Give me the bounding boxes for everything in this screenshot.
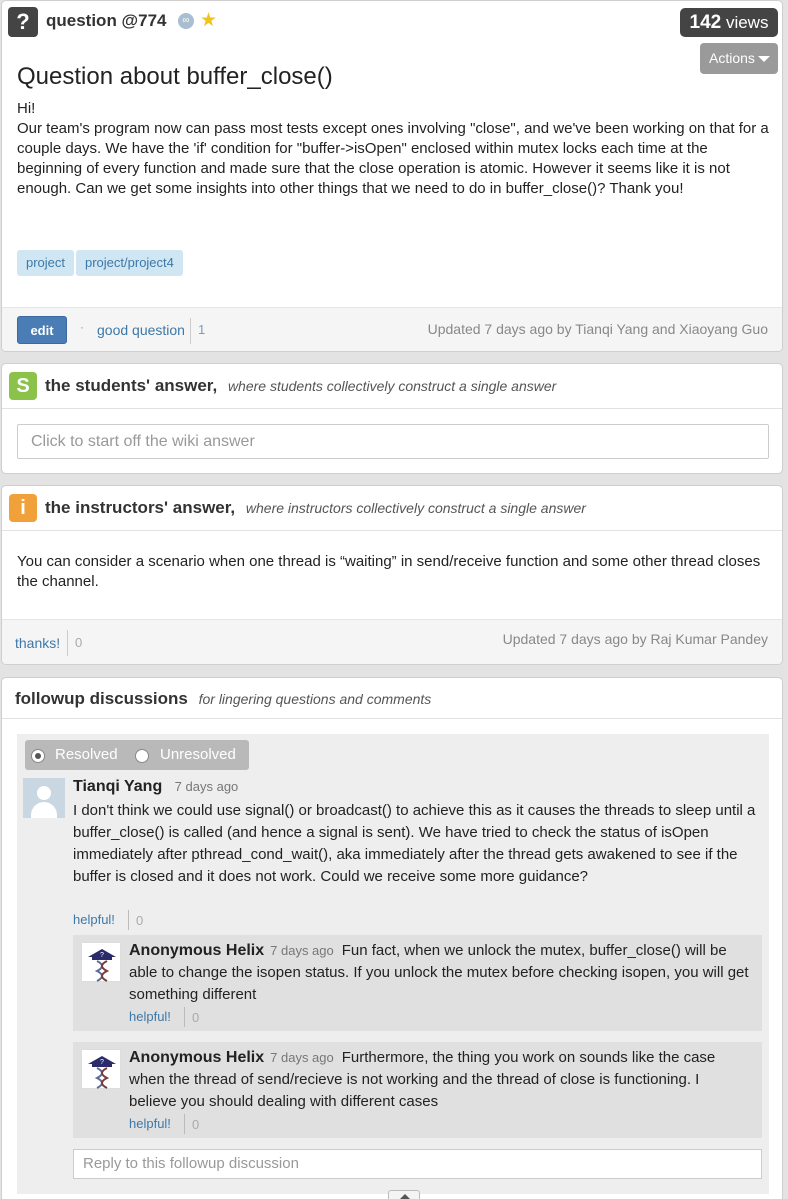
instructors-answer-subtitle: where instructors collectively construct… — [245, 500, 586, 516]
views-counter: 142 views — [680, 8, 778, 37]
instructors-answer-body: You can consider a scenario when one thr… — [17, 553, 761, 590]
helpful-count: 0 — [192, 1010, 200, 1025]
question-title: Question about buffer_close() — [17, 63, 333, 90]
instructors-answer-card: i the instructors' answer, where instruc… — [1, 485, 783, 665]
helpful-button[interactable]: helpful! — [129, 1009, 171, 1024]
question-footer: edit · good question 1 Updated 7 days ag… — [2, 307, 782, 351]
reply-text: Anonymous Helix 7 days ago Furthermore, th… — [129, 1047, 751, 1113]
instructors-i-icon: i — [9, 494, 37, 522]
wiki-answer-input[interactable]: Click to start off the wiki answer — [17, 424, 769, 459]
scroll-up-button[interactable] — [388, 1190, 420, 1199]
followup-header: followup discussions for lingering quest… — [2, 678, 782, 719]
actions-dropdown[interactable]: Actions — [700, 43, 778, 74]
reply-text: Anonymous Helix 7 days ago Fun fact, when … — [129, 940, 751, 1006]
star-icon[interactable]: ★ — [200, 9, 217, 32]
svg-text:?: ? — [100, 952, 104, 959]
tag-project-project4[interactable]: project/project4 — [76, 250, 183, 276]
students-s-icon: S — [9, 372, 37, 400]
helpful-button[interactable]: helpful! — [73, 912, 115, 927]
reply-item: ? Anonymous Helix 7 days ago Fun fact, whe… — [73, 935, 762, 1031]
resolved-toggle: Resolved Unresolved — [25, 740, 249, 770]
followup-heading: followup discussions — [15, 689, 188, 708]
avatar — [23, 778, 65, 818]
post-body: I don't think we could use signal() or b… — [73, 802, 756, 885]
caret-down-icon — [758, 56, 770, 62]
tag-project[interactable]: project — [17, 250, 75, 276]
divider — [190, 318, 191, 344]
good-question-dot-icon: · — [80, 320, 84, 334]
students-answer-heading: the students' answer, — [45, 376, 218, 395]
question-text: Our team's program now can pass most tes… — [17, 120, 769, 197]
followup-discussion: Resolved Unresolved Tianqi Yang 7 days a… — [17, 734, 769, 1194]
question-greeting: Hi! — [17, 100, 36, 117]
anonymous-helix-avatar: ? — [81, 942, 121, 982]
question-number: question @774 — [46, 11, 167, 30]
helix-icon: ? — [88, 1056, 116, 1089]
students-answer-header: S the students' answer, where students c… — [2, 364, 782, 409]
reply-author: Anonymous Helix — [129, 1049, 265, 1066]
good-question-count: 1 — [198, 322, 206, 337]
thanks-count: 0 — [75, 635, 83, 650]
followup-subtitle: for lingering questions and comments — [198, 691, 432, 707]
resolved-radio[interactable] — [31, 749, 45, 763]
helpful-count: 0 — [192, 1117, 200, 1132]
question-body: Hi! Our team's program now can pass most… — [17, 99, 772, 199]
helpful-count: 0 — [136, 913, 144, 928]
views-count: 142 — [689, 12, 722, 33]
question-updated-info: Updated 7 days ago by Tianqi Yang and Xi… — [427, 321, 768, 337]
anonymous-helix-avatar: ? — [81, 1049, 121, 1089]
followup-card: followup discussions for lingering quest… — [1, 677, 783, 1199]
avatar-body-icon — [31, 802, 57, 818]
students-answer-card: S the students' answer, where students c… — [1, 363, 783, 474]
resolved-label[interactable]: Resolved — [55, 746, 118, 763]
post-author-line: Tianqi Yang 7 days ago — [73, 778, 238, 796]
divider — [184, 1007, 185, 1027]
helix-icon: ? — [88, 949, 116, 982]
svg-text:?: ? — [100, 1059, 104, 1066]
helpful-button[interactable]: helpful! — [129, 1116, 171, 1131]
post-author: Tianqi Yang — [73, 778, 163, 795]
instructors-updated-info: Updated 7 days ago by Raj Kumar Pandey — [502, 631, 768, 647]
students-answer-subtitle: where students collectively construct a … — [227, 378, 557, 394]
divider — [128, 910, 129, 930]
link-icon[interactable]: ∞ — [178, 13, 194, 29]
reply-time: 7 days ago — [270, 943, 334, 958]
instructors-answer-title: the instructors' answer, where instructo… — [45, 498, 586, 518]
students-answer-title: the students' answer, where students col… — [45, 376, 556, 396]
instructors-answer-heading: the instructors' answer, — [45, 498, 236, 517]
instructors-answer-footer: thanks! 0 Updated 7 days ago by Raj Kuma… — [2, 619, 782, 664]
question-card: ? question @774 ∞ ★ 142 views Actions Qu… — [1, 0, 783, 352]
good-question-button[interactable]: good question — [97, 322, 185, 338]
reply-item: ? Anonymous Helix 7 days ago Furthermore, … — [73, 1042, 762, 1138]
unresolved-label[interactable]: Unresolved — [160, 746, 236, 763]
divider — [67, 630, 68, 656]
edit-button[interactable]: edit — [17, 316, 67, 344]
views-label: views — [725, 13, 769, 32]
instructors-answer-header: i the instructors' answer, where instruc… — [2, 486, 782, 531]
thanks-button[interactable]: thanks! — [15, 635, 60, 651]
reply-time: 7 days ago — [270, 1050, 334, 1065]
followup-title: followup discussions for lingering quest… — [15, 689, 431, 709]
divider — [184, 1114, 185, 1134]
avatar-head-icon — [37, 786, 51, 800]
unresolved-radio[interactable] — [135, 749, 149, 763]
reply-author: Anonymous Helix — [129, 942, 265, 959]
question-mark-icon: ? — [8, 7, 38, 37]
reply-input[interactable]: Reply to this followup discussion — [73, 1149, 762, 1179]
post-time: 7 days ago — [174, 779, 239, 794]
actions-label: Actions — [709, 50, 755, 66]
